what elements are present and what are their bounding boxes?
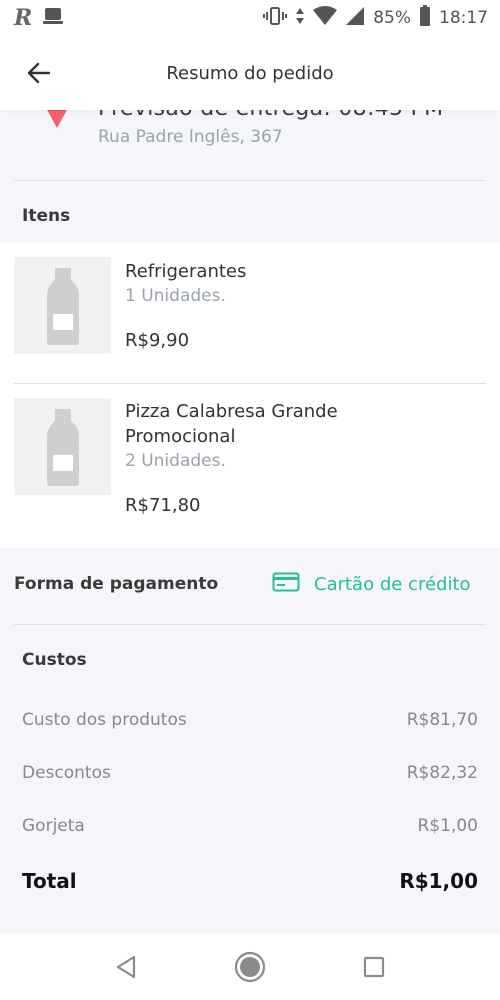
location-pin-icon bbox=[46, 108, 68, 132]
cost-value: R$81,70 bbox=[406, 710, 478, 730]
clock: 18:17 bbox=[439, 8, 488, 28]
status-bar: R 85% 18:17 bbox=[0, 0, 500, 36]
item-price: R$71,80 bbox=[125, 495, 201, 516]
cost-row: Gorjeta R$1,00 bbox=[22, 816, 478, 836]
item-quantity: 1 Unidades. bbox=[125, 286, 226, 306]
status-bar-left: R bbox=[14, 5, 64, 31]
credit-card-icon bbox=[272, 572, 300, 597]
cost-label: Gorjeta bbox=[22, 816, 85, 836]
app-header: Resumo do pedido bbox=[0, 36, 500, 110]
cost-row: Custo dos produtos R$81,70 bbox=[22, 710, 478, 730]
list-item[interactable]: Refrigerantes 1 Unidades. R$9,90 bbox=[0, 242, 500, 382]
storage-icon bbox=[42, 6, 64, 30]
cost-label: Custo dos produtos bbox=[22, 710, 187, 730]
cost-value: R$1,00 bbox=[417, 816, 478, 836]
wifi-icon bbox=[313, 5, 338, 31]
cost-label: Descontos bbox=[22, 763, 111, 783]
app-logo: R bbox=[14, 5, 33, 31]
cost-row: Descontos R$82,32 bbox=[22, 763, 478, 783]
divider bbox=[14, 624, 486, 625]
list-item[interactable]: Pizza Calabresa Grande Promocional 2 Uni… bbox=[0, 384, 500, 548]
nav-home-icon[interactable] bbox=[233, 950, 267, 984]
item-quantity: 2 Unidades. bbox=[125, 451, 226, 471]
payment-method-label: Cartão de crédito bbox=[314, 574, 471, 595]
items-list: Refrigerantes 1 Unidades. R$9,90 Pizza C… bbox=[0, 242, 500, 548]
total-row: Total R$1,00 bbox=[22, 869, 478, 893]
battery-percent: 85% bbox=[373, 8, 411, 28]
battery-icon bbox=[419, 4, 431, 32]
bottle-icon bbox=[14, 398, 111, 495]
item-price: R$9,90 bbox=[125, 330, 190, 351]
cell-signal-icon bbox=[345, 6, 365, 31]
arrow-left-icon[interactable] bbox=[26, 60, 52, 86]
item-name: Refrigerantes bbox=[125, 261, 247, 282]
costs-section-title: Custos bbox=[22, 650, 87, 670]
nav-back-icon[interactable] bbox=[109, 950, 143, 984]
status-bar-right: 85% 18:17 bbox=[263, 4, 488, 32]
payment-label: Forma de pagamento bbox=[14, 574, 219, 594]
nav-recents-icon[interactable] bbox=[357, 950, 391, 984]
total-label: Total bbox=[22, 869, 77, 893]
vibrate-icon bbox=[263, 6, 288, 31]
divider bbox=[14, 180, 486, 181]
bottle-icon bbox=[14, 257, 111, 354]
payment-method-button[interactable]: Cartão de crédito bbox=[272, 572, 471, 597]
data-transfer-icon bbox=[295, 6, 305, 31]
cost-value: R$82,32 bbox=[406, 763, 478, 783]
system-nav-bar bbox=[0, 934, 500, 1000]
page-title: Resumo do pedido bbox=[166, 62, 334, 84]
total-value: R$1,00 bbox=[399, 869, 478, 893]
payment-row: Forma de pagamento Cartão de crédito bbox=[0, 550, 500, 624]
item-name: Pizza Calabresa Grande Promocional bbox=[125, 401, 338, 447]
delivery-address: Rua Padre Inglês, 367 bbox=[98, 127, 283, 147]
items-section-title: Itens bbox=[22, 206, 71, 226]
